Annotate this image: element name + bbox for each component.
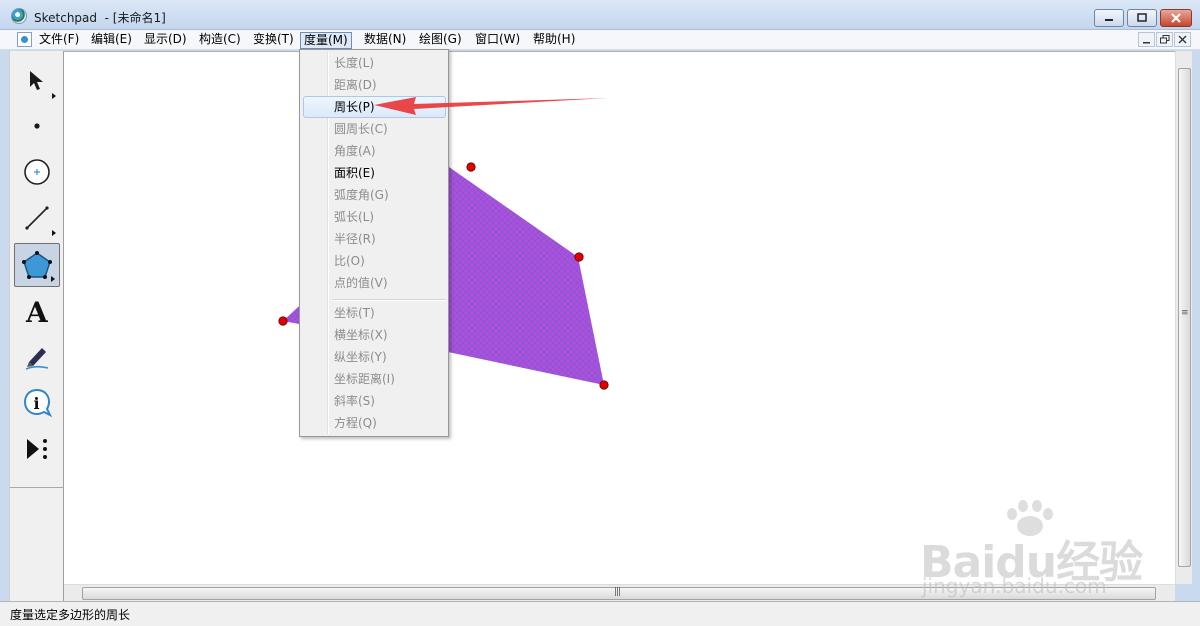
- close-icon: [1178, 35, 1187, 44]
- horizontal-scroll-thumb[interactable]: |||: [82, 587, 1156, 600]
- menu-item-ordinate[interactable]: 纵坐标(Y): [334, 348, 387, 366]
- polygon-vertex[interactable]: [599, 380, 609, 390]
- compass-tool[interactable]: [14, 150, 60, 194]
- menu-separator: [332, 299, 446, 301]
- menu-item-arc-length[interactable]: 弧长(L): [334, 208, 374, 226]
- sketchpad-app-icon[interactable]: [11, 8, 27, 24]
- sketch-drawing: [278, 162, 609, 390]
- vertical-scroll-thumb[interactable]: ≡: [1178, 68, 1191, 567]
- menu-help[interactable]: 帮助(H): [530, 32, 578, 49]
- polygon-tool[interactable]: [14, 243, 60, 287]
- status-bar: 度量选定多边形的周长: [0, 601, 1200, 626]
- menu-item-length[interactable]: 长度(L): [334, 54, 374, 72]
- menu-item-arc-angle[interactable]: 弧度角(G): [334, 186, 389, 204]
- point-icon: [34, 123, 40, 129]
- custom-tool[interactable]: [14, 427, 60, 471]
- menu-item-angle[interactable]: 角度(A): [334, 142, 376, 160]
- grip-icon: |||: [614, 587, 621, 597]
- minimize-button[interactable]: [1094, 9, 1124, 27]
- close-icon: [1171, 13, 1181, 23]
- menu-item-abscissa[interactable]: 横坐标(X): [334, 326, 388, 344]
- menu-item-slope[interactable]: 斜率(S): [334, 392, 375, 410]
- doc-close-button[interactable]: [1174, 32, 1191, 47]
- menu-file[interactable]: 文件(F): [36, 32, 82, 49]
- straightedge-tool[interactable]: [14, 196, 60, 240]
- menu-data[interactable]: 数据(N): [361, 32, 409, 49]
- toolbox: A i: [9, 51, 64, 601]
- marker-tool[interactable]: [14, 335, 60, 379]
- marker-icon: [25, 348, 49, 370]
- submenu-triangle-icon: [52, 93, 56, 99]
- menu-window[interactable]: 窗口(W): [472, 32, 523, 49]
- menu-item-area[interactable]: 面积(E): [334, 164, 375, 182]
- toolbox-separator: [10, 487, 64, 488]
- close-button[interactable]: [1160, 9, 1192, 27]
- menu-edit[interactable]: 编辑(E): [88, 32, 135, 49]
- menu-item-coordinates[interactable]: 坐标(T): [334, 304, 375, 322]
- polygon-vertex[interactable]: [574, 252, 584, 262]
- window-title: Sketchpad - [未命名1]: [34, 11, 166, 25]
- submenu-triangle-icon: [51, 276, 55, 282]
- custom-tool-icon: [27, 439, 47, 459]
- menu-item-coordinate-distance[interactable]: 坐标距离(I): [334, 370, 395, 388]
- straightedge-icon: [25, 206, 49, 230]
- restore-icon: [1137, 13, 1147, 22]
- minimize-icon: [1143, 41, 1150, 43]
- menu-transform[interactable]: 变换(T): [250, 32, 297, 49]
- menu-construct[interactable]: 构造(C): [196, 32, 244, 49]
- menu-item-perimeter[interactable]: 周长(P): [334, 98, 375, 116]
- menu-bar: 文件(F) 编辑(E) 显示(D) 构造(C) 变换(T) 度量(M) 数据(N…: [0, 30, 1200, 50]
- polygon-icon: [22, 251, 52, 279]
- menu-display[interactable]: 显示(D): [141, 32, 190, 49]
- polygon-vertex[interactable]: [466, 162, 476, 172]
- menu-item-ratio[interactable]: 比(O): [334, 252, 365, 270]
- menu-graph[interactable]: 绘图(G): [416, 32, 465, 49]
- annotation-arrow-icon: [374, 97, 608, 115]
- arrow-select-icon: [30, 71, 43, 90]
- minimize-icon: [1105, 19, 1113, 21]
- polygon-vertex[interactable]: [278, 316, 288, 326]
- compass-circle-icon: [24, 159, 50, 185]
- maximize-button[interactable]: [1127, 9, 1157, 27]
- restore-icon: [1159, 35, 1169, 44]
- text-icon: A: [25, 296, 49, 326]
- menu-item-equation[interactable]: 方程(Q): [334, 414, 377, 432]
- vertical-scrollbar[interactable]: ≡: [1175, 51, 1192, 584]
- document-icon[interactable]: [17, 32, 32, 47]
- text-tool[interactable]: A: [14, 289, 60, 333]
- title-bar: Sketchpad - [未命名1]: [0, 0, 1200, 30]
- menu-measure[interactable]: 度量(M): [300, 32, 352, 49]
- submenu-triangle-icon: [52, 230, 56, 236]
- grip-icon: ≡: [1181, 308, 1188, 318]
- svg-text:i: i: [34, 394, 40, 413]
- doc-minimize-button[interactable]: [1138, 32, 1155, 47]
- horizontal-scrollbar[interactable]: |||: [64, 584, 1175, 601]
- menu-item-circumference[interactable]: 圆周长(C): [334, 120, 388, 138]
- doc-restore-button[interactable]: [1156, 32, 1173, 47]
- information-tool[interactable]: i: [14, 381, 60, 425]
- status-text: 度量选定多边形的周长: [10, 608, 131, 622]
- point-tool[interactable]: [14, 104, 60, 148]
- menu-item-point-value[interactable]: 点的值(V): [334, 274, 388, 292]
- sketch-canvas[interactable]: [64, 51, 1175, 584]
- information-icon: i: [23, 388, 53, 418]
- menu-item-radius[interactable]: 半径(R): [334, 230, 376, 248]
- arrow-select-tool[interactable]: [14, 59, 60, 103]
- svg-text:A: A: [25, 296, 49, 326]
